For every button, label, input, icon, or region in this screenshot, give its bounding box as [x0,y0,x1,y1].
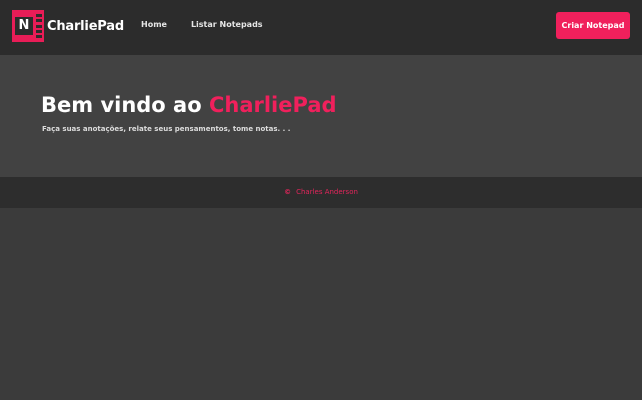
hero-title-accent: CharliePad [208,93,337,117]
footer: © Charles Anderson [0,177,642,208]
logo-letter: N [15,17,33,35]
footer-author: Charles Anderson [296,188,358,196]
nav-links: Home Listar Notepads [141,20,263,29]
brand-link[interactable]: N CharliePad [12,10,124,42]
logo-spiral [36,14,42,38]
copyright-symbol: © [284,188,292,196]
criar-notepad-button[interactable]: Criar Notepad [556,12,630,39]
nav-link-listar-notepads[interactable]: Listar Notepads [191,20,263,29]
nav-link-home[interactable]: Home [141,20,167,29]
page-background [0,208,642,400]
hero-subtitle: Faça suas anotações, relate seus pensame… [42,125,291,133]
navbar: N CharliePad Home Listar Notepads Criar … [0,0,642,55]
brand-name: CharliePad [47,18,124,34]
hero-title: Bem vindo ao CharliePad [41,92,337,118]
hero-section: Bem vindo ao CharliePad Faça suas anotaç… [0,55,642,177]
notepad-logo-icon: N [12,10,44,42]
hero-title-prefix: Bem vindo ao [41,93,209,117]
